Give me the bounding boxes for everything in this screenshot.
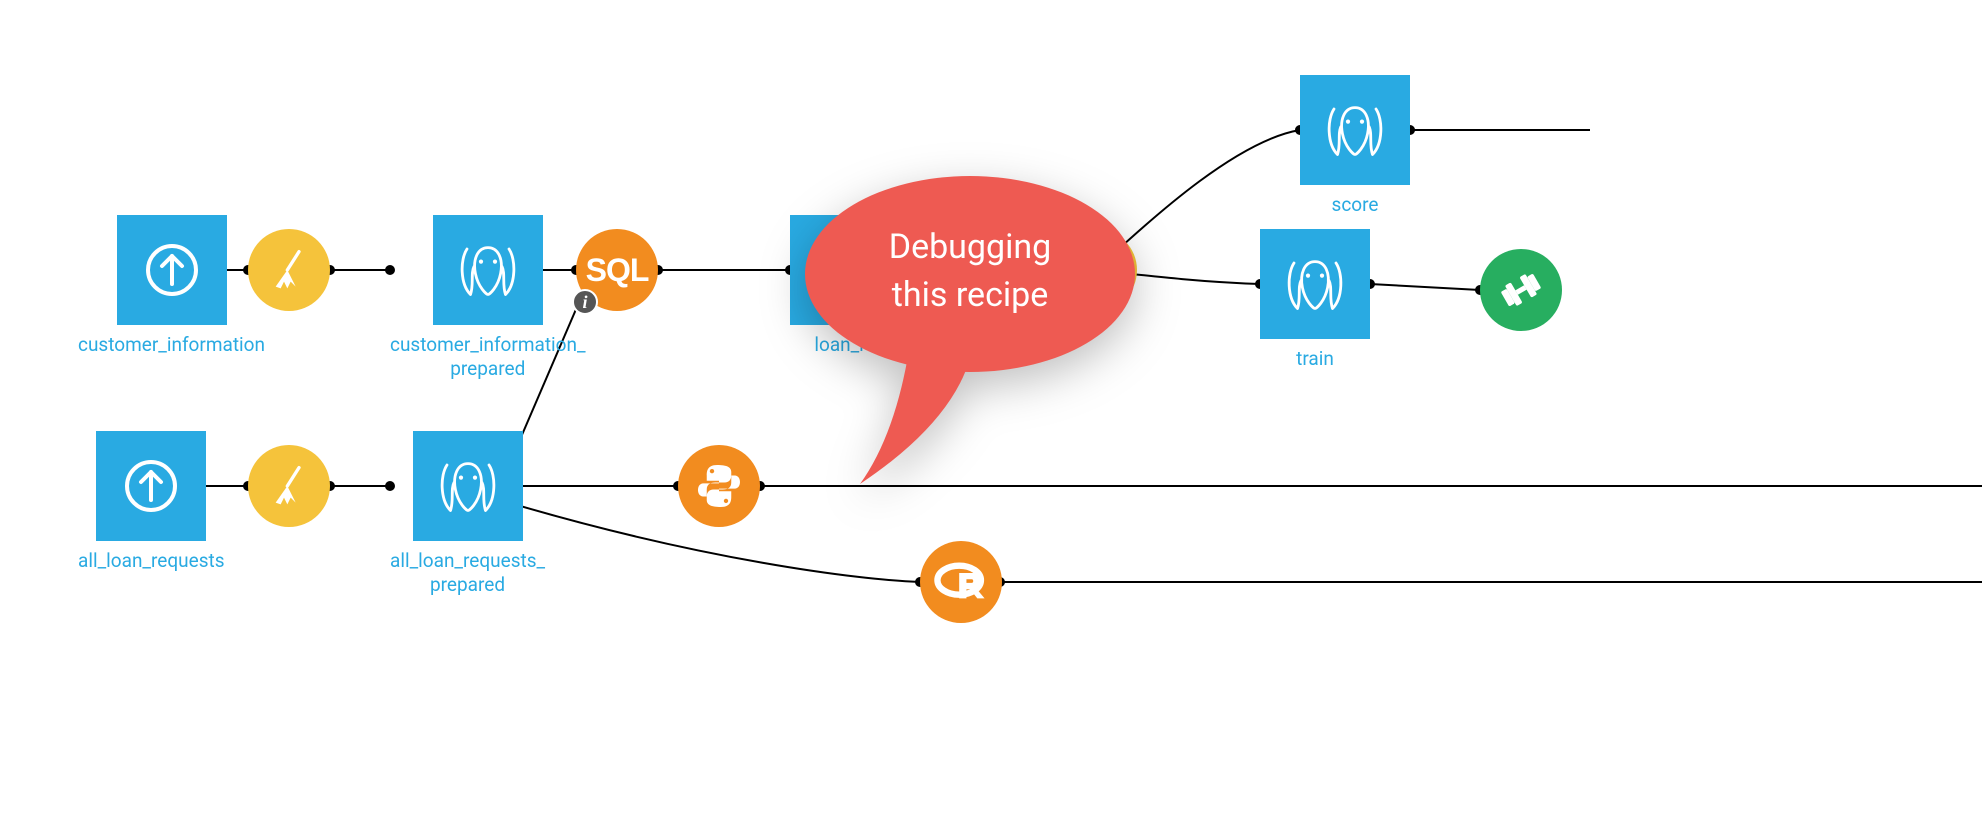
dataset-label: loan_re xyxy=(814,333,875,357)
flow-connectors xyxy=(0,0,1982,830)
recipe-r[interactable] xyxy=(920,541,1002,623)
dataset-label: customer_information xyxy=(78,333,265,357)
r-icon xyxy=(932,553,990,611)
sql-icon-label: SQL xyxy=(586,252,649,289)
recipe-prepare-2[interactable] xyxy=(248,445,330,527)
dataset-label: score xyxy=(1332,193,1379,217)
recipe-python[interactable] xyxy=(678,445,760,527)
postgres-icon xyxy=(1320,95,1390,165)
dataset-all-loan-requests-prepared[interactable]: all_loan_requests_ prepared xyxy=(390,431,545,597)
postgres-icon xyxy=(1280,249,1350,319)
dataset-all-loan-requests[interactable]: all_loan_requests xyxy=(78,431,225,573)
dataset-customer-information[interactable]: customer_information xyxy=(78,215,265,357)
dataset-label: customer_information_ prepared xyxy=(390,333,586,381)
recipe-prepare-1[interactable] xyxy=(248,229,330,311)
postgres-icon xyxy=(433,451,503,521)
dataset-label: train xyxy=(1296,347,1334,371)
python-icon xyxy=(691,458,747,514)
postgres-icon xyxy=(453,235,523,305)
recipe-sql[interactable]: SQL i xyxy=(576,229,658,311)
dataset-label: all_loan_requests xyxy=(78,549,225,573)
info-badge-icon: i xyxy=(572,289,598,315)
broom-icon xyxy=(264,245,314,295)
broom-icon xyxy=(264,461,314,511)
upload-icon xyxy=(121,456,181,516)
recipe-model[interactable] xyxy=(1480,249,1562,331)
postgres-icon xyxy=(810,235,880,305)
recipe-split[interactable] xyxy=(1055,229,1137,311)
dataset-train[interactable]: train xyxy=(1260,229,1370,371)
upload-icon xyxy=(142,240,202,300)
dataset-score[interactable]: score xyxy=(1300,75,1410,217)
dataset-customer-information-prepared[interactable]: customer_information_ prepared xyxy=(390,215,586,381)
dumbbell-icon xyxy=(1494,263,1548,317)
dataset-label: all_loan_requests_ prepared xyxy=(390,549,545,597)
dataset-loan-requests-joined[interactable]: loan_re xyxy=(790,215,900,357)
